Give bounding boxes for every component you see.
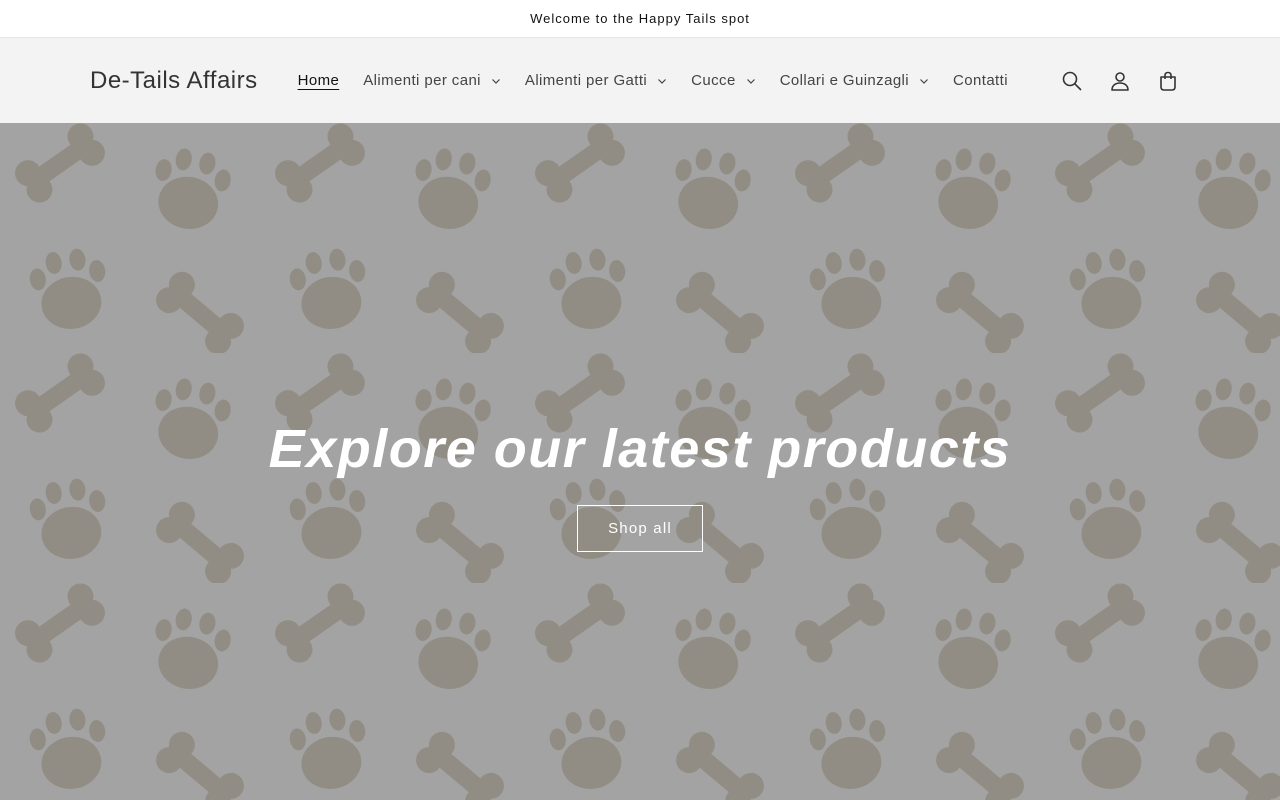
site-logo[interactable]: De-Tails Affairs: [90, 67, 258, 95]
nav-item-alimenti-gatti[interactable]: Alimenti per Gatti: [513, 38, 679, 123]
nav-label: Contatti: [953, 72, 1008, 89]
hero-banner: Explore our latest products Shop all: [0, 123, 1280, 800]
hero-title: Explore our latest products: [268, 419, 1012, 479]
account-button[interactable]: [1098, 59, 1142, 103]
nav-item-home[interactable]: Home: [286, 38, 352, 123]
search-icon: [1062, 71, 1082, 90]
nav-item-collari-guinzagli[interactable]: Collari e Guinzagli: [768, 38, 941, 123]
chevron-down-icon: [746, 78, 755, 84]
nav-label: Alimenti per Gatti: [524, 72, 648, 89]
announcement-text: Welcome to the Happy Tails spot: [530, 11, 750, 26]
nav-label: Alimenti per cani: [363, 72, 481, 89]
site-header: De-Tails Affairs Home Alimenti per cani …: [0, 38, 1280, 123]
nav-item-alimenti-cani[interactable]: Alimenti per cani: [351, 38, 513, 123]
chevron-down-icon: [491, 78, 500, 84]
search-button[interactable]: [1050, 59, 1094, 103]
nav-label: Cucce: [691, 72, 736, 89]
account-icon: [1111, 71, 1129, 91]
main-nav: Home Alimenti per cani Alimenti per Gatt…: [286, 38, 1020, 123]
nav-item-contatti[interactable]: Contatti: [941, 38, 1020, 123]
chevron-down-icon: [920, 78, 928, 84]
header-icons: [1050, 59, 1190, 103]
nav-item-cucce[interactable]: Cucce: [679, 38, 768, 123]
chevron-down-icon: [658, 78, 667, 84]
nav-label: Home: [297, 72, 340, 89]
hero-content: Explore our latest products Shop all: [0, 419, 1280, 552]
cart-icon: [1160, 71, 1176, 91]
nav-label: Collari e Guinzagli: [779, 72, 910, 89]
shop-all-button[interactable]: Shop all: [577, 505, 703, 552]
announcement-bar: Welcome to the Happy Tails spot: [0, 0, 1280, 38]
cart-button[interactable]: [1146, 59, 1190, 103]
